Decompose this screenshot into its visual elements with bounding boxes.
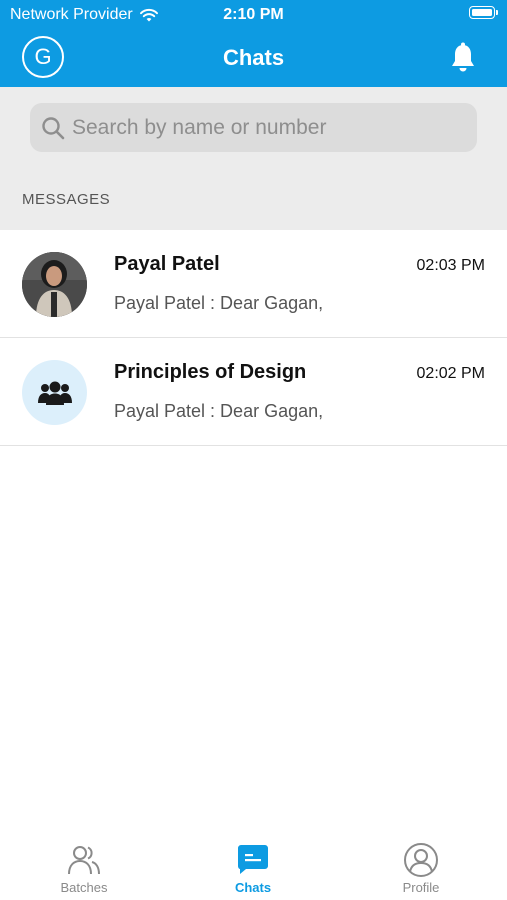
chat-name: Principles of Design: [114, 361, 307, 383]
tab-label: Profile: [402, 880, 440, 895]
tab-chats[interactable]: Chats: [193, 842, 313, 895]
group-icon: [22, 360, 87, 425]
search-input[interactable]: Search by name or number: [30, 103, 477, 152]
batches-icon: [68, 846, 100, 875]
app-header: Network Provider 2:10 PM G Chats: [0, 0, 507, 87]
search-icon: [42, 117, 65, 140]
chat-timestamp: 02:03 PM: [416, 257, 485, 274]
search-section: Search by name or number MESSAGES: [0, 87, 507, 230]
chat-timestamp: 02:02 PM: [416, 365, 485, 382]
tab-profile[interactable]: Profile: [361, 842, 481, 895]
contact-avatar-photo: [22, 252, 87, 317]
chat-preview: Payal Patel : Dear Gagan,: [114, 293, 324, 313]
tab-batches[interactable]: Batches: [24, 842, 144, 895]
profile-icon: [404, 843, 438, 877]
chat-name: Payal Patel: [114, 253, 220, 275]
bottom-tab-bar: Batches Chats Profile: [0, 830, 507, 900]
page-title: Chats: [222, 45, 285, 70]
tab-label: Chats: [234, 880, 272, 895]
chat-preview: Payal Patel : Dear Gagan,: [114, 401, 324, 421]
tab-label: Batches: [60, 880, 108, 895]
status-bar: Network Provider 2:10 PM: [0, 0, 507, 30]
status-time: 2:10 PM: [223, 6, 284, 23]
bell-icon[interactable]: [448, 42, 478, 74]
chat-list-item[interactable]: Payal Patel 02:03 PM Payal Patel : Dear …: [0, 231, 507, 338]
chats-icon: [238, 845, 268, 874]
search-placeholder: Search by name or number: [72, 116, 327, 139]
chat-list-item[interactable]: Principles of Design 02:02 PM Payal Pate…: [0, 339, 507, 446]
battery-icon: [469, 6, 498, 19]
section-label-messages: MESSAGES: [22, 191, 111, 208]
